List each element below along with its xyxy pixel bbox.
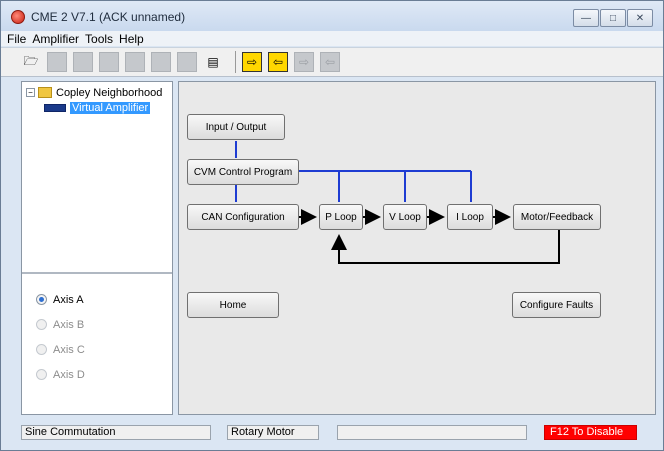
pane-divider[interactable] (22, 272, 172, 274)
input-output-button[interactable]: Input / Output (187, 114, 285, 140)
control-diagram: Input / Output CVM Control Program CAN C… (178, 81, 656, 415)
can-configuration-button[interactable]: CAN Configuration (187, 204, 299, 230)
window-controls: — □ ✕ (572, 9, 653, 27)
middle-status (337, 425, 527, 440)
left-pane: − Copley Neighborhood Virtual Amplifier … (21, 81, 173, 415)
tune-icon[interactable] (99, 52, 119, 72)
configure-faults-button[interactable]: Configure Faults (512, 292, 601, 318)
toolbar-separator (235, 51, 236, 73)
app-logo-icon (11, 10, 25, 24)
maximize-button[interactable]: □ (600, 9, 626, 27)
axis-a-label: Axis A (53, 293, 84, 306)
folder-icon (38, 87, 52, 98)
feedback-loop-line (331, 230, 560, 264)
toolbar: 🗁 ▤ ⇨ ⇦ ⇨ ⇦ (1, 47, 663, 77)
axis-c-label: Axis C (53, 343, 85, 356)
scope-icon[interactable] (125, 52, 145, 72)
tree-root-label[interactable]: Copley Neighborhood (56, 87, 162, 99)
menu-tools[interactable]: Tools (85, 32, 113, 46)
tree-child-label[interactable]: Virtual Amplifier (70, 101, 151, 114)
cvm-control-program-button[interactable]: CVM Control Program (187, 159, 299, 185)
menu-bar: File Amplifier Tools Help (1, 31, 663, 46)
panel-icon[interactable] (151, 52, 171, 72)
window-title: CME 2 V7.1 (ACK unnamed) (31, 10, 186, 24)
menu-help[interactable]: Help (119, 32, 144, 46)
menu-amplifier[interactable]: Amplifier (32, 32, 79, 46)
dip-icon[interactable] (177, 52, 197, 72)
menu-file[interactable]: File (7, 32, 26, 46)
title-bar[interactable]: CME 2 V7.1 (ACK unnamed) — □ ✕ (1, 1, 663, 31)
amplifier-icon (44, 103, 66, 112)
status-bar: Sine Commutation Rotary Motor F12 To Dis… (1, 422, 663, 442)
close-button[interactable]: ✕ (627, 9, 653, 27)
v-loop-button[interactable]: V Loop (383, 204, 427, 230)
restore-from-device-icon[interactable]: ⇦ (320, 52, 340, 72)
collapse-icon[interactable]: − (26, 88, 35, 97)
download-icon[interactable]: ⇨ (242, 52, 262, 72)
axis-b-radio (36, 319, 47, 330)
tree-root[interactable]: − Copley Neighborhood (26, 85, 172, 100)
axis-d-label: Axis D (53, 368, 85, 381)
axis-a-radio[interactable] (36, 294, 47, 305)
axis-a-option[interactable]: Axis A (36, 287, 85, 312)
chart-icon[interactable] (47, 52, 67, 72)
axis-c-radio (36, 344, 47, 355)
axis-d-option: Axis D (36, 362, 85, 387)
motor-type-status: Rotary Motor (227, 425, 319, 440)
axis-b-label: Axis B (53, 318, 85, 331)
tree-child[interactable]: Virtual Amplifier (26, 100, 172, 115)
minimize-button[interactable]: — (573, 9, 599, 27)
upload-icon[interactable]: ⇦ (268, 52, 288, 72)
axis-c-option: Axis C (36, 337, 85, 362)
app-window: CME 2 V7.1 (ACK unnamed) — □ ✕ File Ampl… (0, 0, 664, 451)
i-loop-button[interactable]: I Loop (447, 204, 493, 230)
network-tree: − Copley Neighborhood Virtual Amplifier (22, 82, 172, 272)
document-icon[interactable]: ▤ (203, 52, 223, 72)
commutation-status: Sine Commutation (21, 425, 211, 440)
axis-b-option: Axis B (36, 312, 85, 337)
axis-selector: Axis A Axis B Axis C Axis D (22, 287, 85, 387)
home-button[interactable]: Home (187, 292, 279, 318)
open-folder-icon[interactable]: 🗁 (21, 52, 41, 72)
save-to-device-icon[interactable]: ⇨ (294, 52, 314, 72)
p-loop-button[interactable]: P Loop (319, 204, 363, 230)
motor-feedback-button[interactable]: Motor/Feedback (513, 204, 601, 230)
control-icon[interactable] (73, 52, 93, 72)
axis-d-radio (36, 369, 47, 380)
f12-disable-status[interactable]: F12 To Disable (544, 425, 637, 440)
